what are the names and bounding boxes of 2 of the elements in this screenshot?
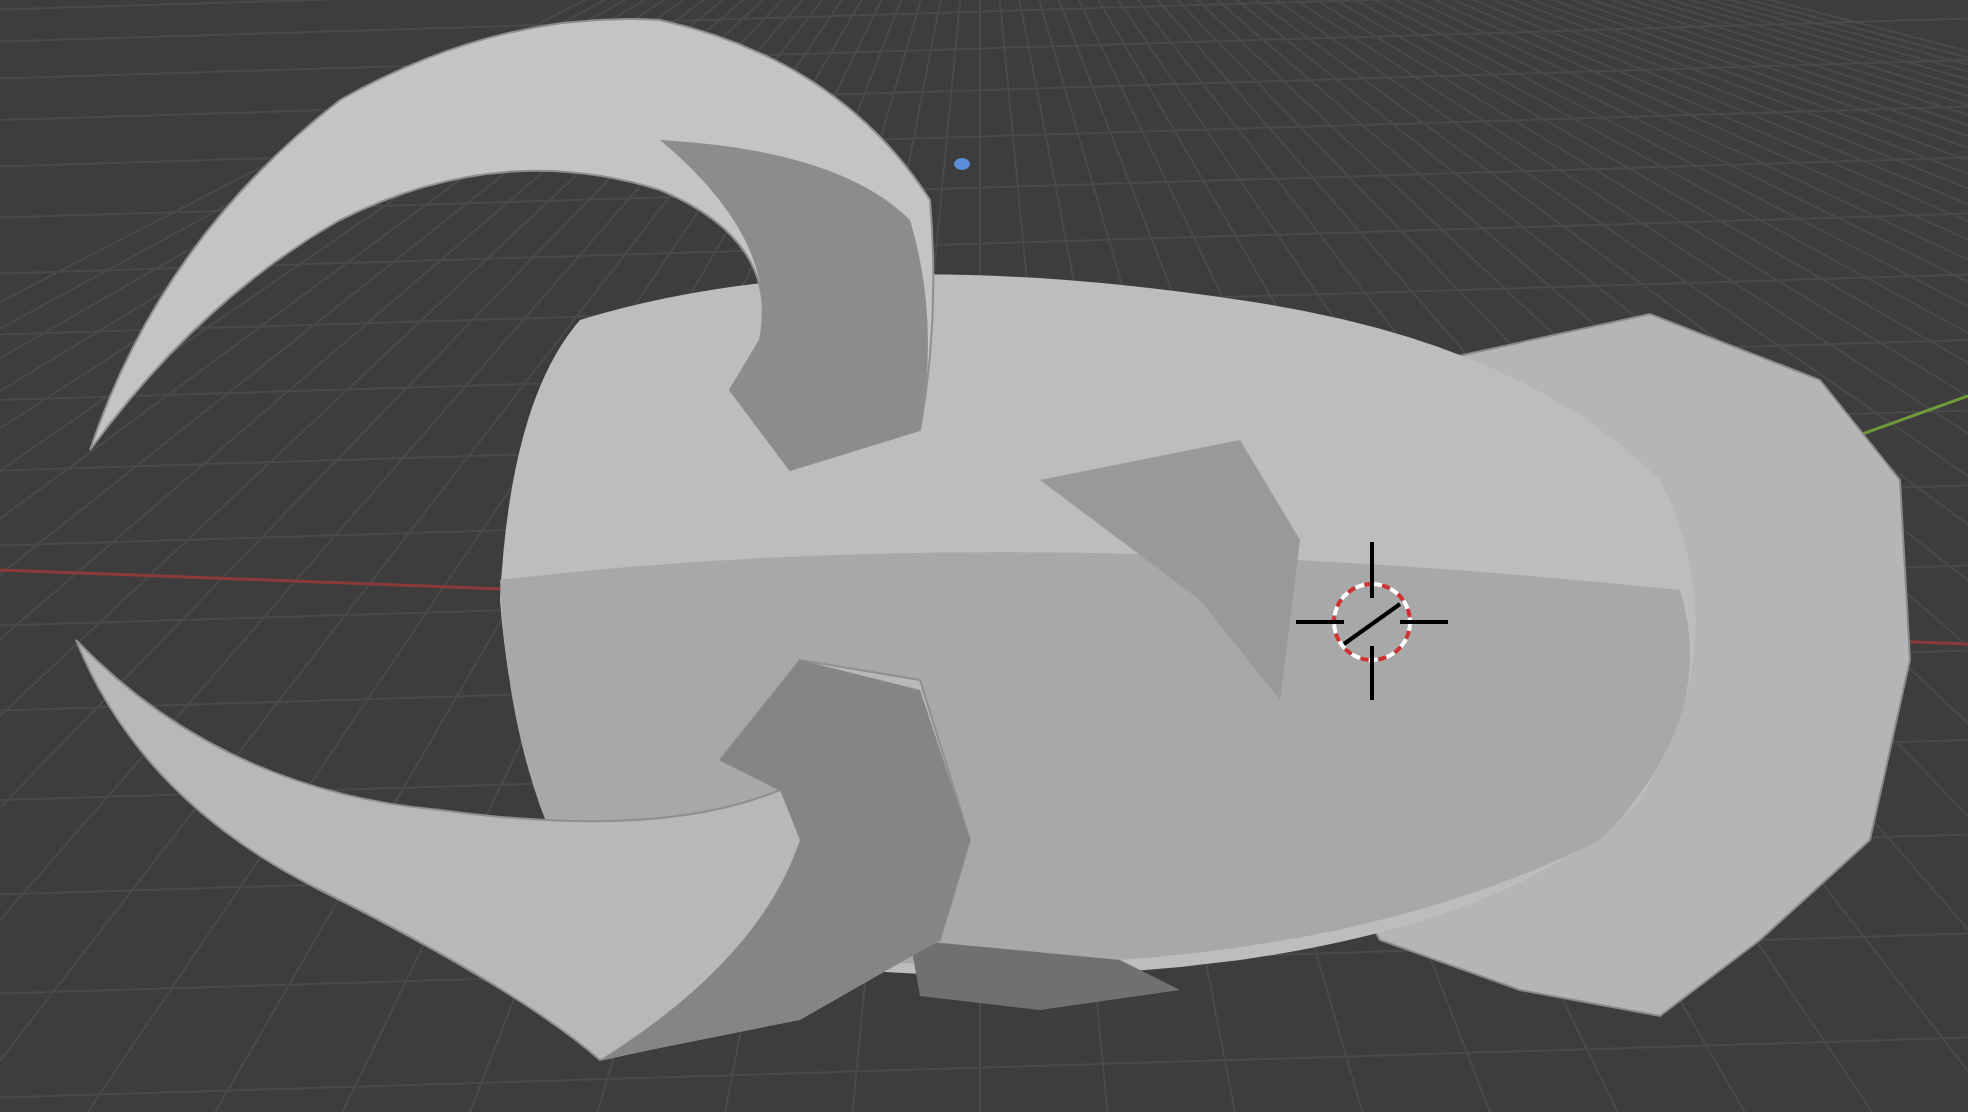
light-dot-icon[interactable]: [954, 158, 970, 170]
3d-cursor-icon[interactable]: [1294, 540, 1450, 702]
